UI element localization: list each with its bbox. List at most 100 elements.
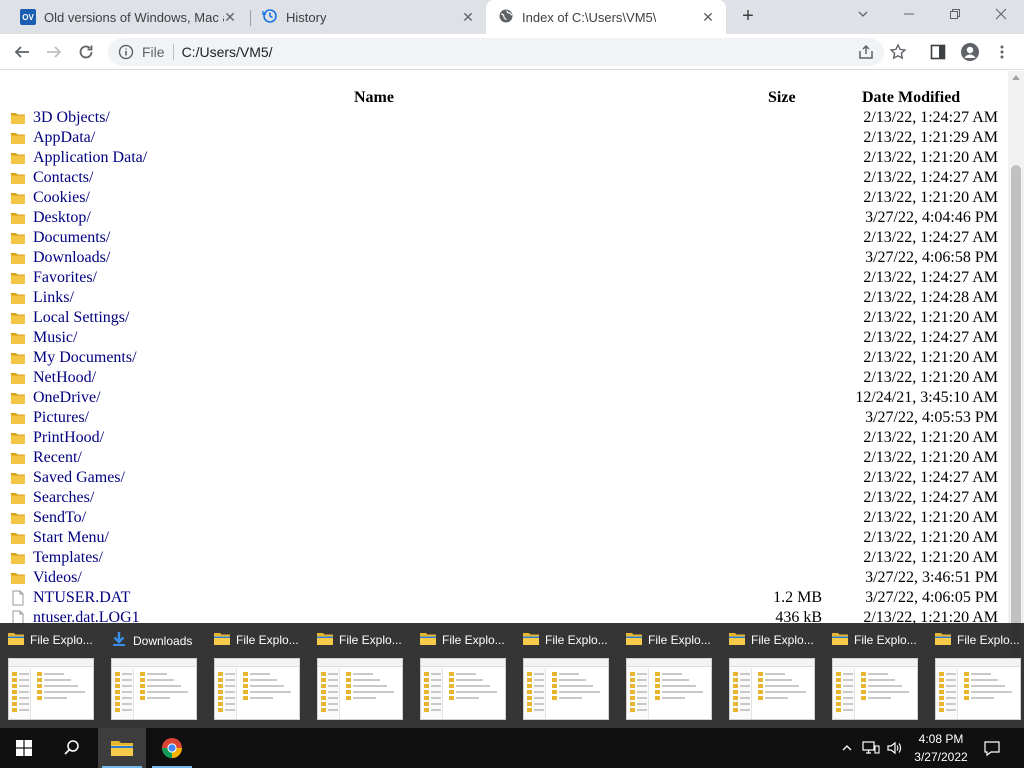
entry-link[interactable]: Downloads/ xyxy=(33,248,110,268)
entry-link[interactable]: Start Menu/ xyxy=(33,528,109,548)
entry-link[interactable]: Desktop/ xyxy=(33,208,91,228)
folder-icon xyxy=(10,310,26,326)
system-clock[interactable]: 4:08 PM 3/27/2022 xyxy=(908,730,974,766)
taskbar-chrome[interactable] xyxy=(148,728,196,768)
entry-date: 2/13/22, 1:24:28 AM xyxy=(863,289,998,306)
notification-center-icon[interactable] xyxy=(978,728,1006,768)
side-panel-icon[interactable] xyxy=(926,40,950,64)
tab-history[interactable]: History ✕ xyxy=(250,0,486,34)
taskbar-thumbnail[interactable]: File Explo... xyxy=(824,623,927,728)
taskbar-thumbnail[interactable]: File Explo... xyxy=(721,623,824,728)
network-icon[interactable] xyxy=(860,728,882,768)
entry-link[interactable]: Documents/ xyxy=(33,228,110,248)
show-hidden-icons-chevron-icon[interactable] xyxy=(838,728,856,768)
thumbnail-title: Downloads xyxy=(111,631,206,650)
folder-icon xyxy=(10,410,26,426)
scheme-label: File xyxy=(142,44,165,60)
entry-link[interactable]: Recent/ xyxy=(33,448,82,468)
entry-link[interactable]: Pictures/ xyxy=(33,408,89,428)
column-header-date[interactable]: Date Modified xyxy=(862,89,960,107)
address-bar[interactable]: File C:/Users/VM5/ xyxy=(108,38,884,66)
entry-link[interactable]: Searches/ xyxy=(33,488,94,508)
entry-link[interactable]: My Documents/ xyxy=(33,348,137,368)
entry-link[interactable]: Videos/ xyxy=(33,568,82,588)
entry-date: 2/13/22, 1:21:29 AM xyxy=(863,129,998,146)
folder-icon xyxy=(10,570,26,586)
thumbnail-title: File Explo... xyxy=(317,631,412,648)
listing-row: Start Menu/2/13/22, 1:21:20 AM xyxy=(0,528,1008,548)
entry-date: 2/13/22, 1:21:20 AM xyxy=(863,189,998,206)
close-tab-icon[interactable]: ✕ xyxy=(460,9,476,25)
thumbnail-label: File Explo... xyxy=(339,632,402,647)
taskbar-thumbnail[interactable]: File Explo... xyxy=(618,623,721,728)
taskbar-thumbnail[interactable]: Downloads xyxy=(103,623,206,728)
entry-link[interactable]: Templates/ xyxy=(33,548,103,568)
menu-kebab-icon[interactable] xyxy=(990,40,1014,64)
listing-row: Cookies/2/13/22, 1:21:20 AM xyxy=(0,188,1008,208)
thumbnail-preview xyxy=(420,658,506,720)
entry-link[interactable]: OneDrive/ xyxy=(33,388,101,408)
close-window-button[interactable] xyxy=(978,0,1024,34)
entry-date: 2/13/22, 1:21:20 AM xyxy=(863,549,998,566)
bookmark-star-icon[interactable] xyxy=(886,40,910,64)
listing-row: NetHood/2/13/22, 1:21:20 AM xyxy=(0,368,1008,388)
entry-link[interactable]: Favorites/ xyxy=(33,268,97,288)
thumbnail-title: File Explo... xyxy=(935,631,1024,648)
entry-link[interactable]: Saved Games/ xyxy=(33,468,125,488)
tab-old-versions[interactable]: OV Old versions of Windows, Mac an ✕ xyxy=(8,0,248,34)
info-icon[interactable] xyxy=(118,44,134,60)
taskbar-thumbnail[interactable]: File Explo... xyxy=(0,623,103,728)
minimize-button[interactable] xyxy=(886,0,932,34)
scroll-up-arrow-icon[interactable] xyxy=(1012,75,1020,80)
search-icon xyxy=(64,740,79,755)
reload-button[interactable] xyxy=(72,38,100,66)
profile-avatar-icon[interactable] xyxy=(958,40,982,64)
back-button[interactable] xyxy=(8,38,36,66)
close-tab-icon[interactable]: ✕ xyxy=(700,9,716,25)
entry-link[interactable]: NTUSER.DAT xyxy=(33,588,130,608)
taskbar-thumbnail[interactable]: File Explo... xyxy=(515,623,618,728)
entry-link[interactable]: Cookies/ xyxy=(33,188,90,208)
share-icon[interactable] xyxy=(854,40,878,64)
taskbar-file-explorer[interactable] xyxy=(98,728,146,768)
entry-date: 2/13/22, 1:24:27 AM xyxy=(863,489,998,506)
entry-link[interactable]: NetHood/ xyxy=(33,368,96,388)
tab-search-chevron-icon[interactable] xyxy=(840,0,886,34)
column-header-name[interactable]: Name xyxy=(354,89,394,107)
entry-link[interactable]: PrintHood/ xyxy=(33,428,104,448)
entry-date: 3/27/22, 4:04:46 PM xyxy=(865,209,998,226)
taskbar-thumbnail[interactable]: File Explo... xyxy=(412,623,515,728)
taskbar-thumbnail[interactable]: File Explo... xyxy=(309,623,412,728)
forward-button[interactable] xyxy=(40,38,68,66)
folder-icon xyxy=(10,330,26,346)
taskbar-thumbnail[interactable]: File Explo... xyxy=(927,623,1024,728)
entry-date: 2/13/22, 1:21:20 AM xyxy=(863,529,998,546)
tab-title: Old versions of Windows, Mac an xyxy=(44,9,224,25)
entry-link[interactable]: SendTo/ xyxy=(33,508,86,528)
volume-icon[interactable] xyxy=(884,728,906,768)
entry-link[interactable]: Contacts/ xyxy=(33,168,93,188)
folder-icon xyxy=(10,110,26,126)
entry-link[interactable]: Music/ xyxy=(33,328,77,348)
entry-link[interactable]: Application Data/ xyxy=(33,148,147,168)
entry-link[interactable]: Local Settings/ xyxy=(33,308,129,328)
restore-button[interactable] xyxy=(932,0,978,34)
start-button[interactable] xyxy=(0,728,48,768)
entry-link[interactable]: AppData/ xyxy=(33,128,95,148)
tab-title: Index of C:\Users\VM5\ xyxy=(522,9,657,25)
listing-row: AppData/2/13/22, 1:21:29 AM xyxy=(0,128,1008,148)
column-header-size[interactable]: Size xyxy=(768,89,796,107)
entry-link[interactable]: 3D Objects/ xyxy=(33,108,110,128)
folder-icon xyxy=(214,631,230,648)
tab-index[interactable]: Index of C:\Users\VM5\ ✕ xyxy=(486,0,726,34)
taskbar-thumbnail[interactable]: File Explo... xyxy=(206,623,309,728)
folder-icon xyxy=(10,490,26,506)
entry-link[interactable]: Links/ xyxy=(33,288,74,308)
close-tab-icon[interactable]: ✕ xyxy=(222,9,238,25)
url-text[interactable]: C:/Users/VM5/ xyxy=(182,44,273,60)
folder-icon xyxy=(420,631,436,648)
thumbnail-title: File Explo... xyxy=(832,631,927,648)
entry-date: 3/27/22, 4:05:53 PM xyxy=(865,409,998,426)
new-tab-button[interactable]: + xyxy=(736,5,760,29)
search-button[interactable] xyxy=(48,728,96,768)
